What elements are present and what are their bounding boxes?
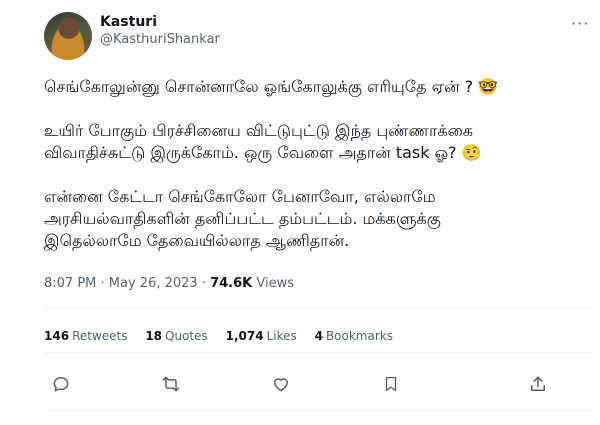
bookmarks-label: Bookmarks <box>325 329 393 343</box>
tweet-paragraph-1: செங்கோலுன்னு சொன்னாலே ஓங்கோலுக்கு எரியுத… <box>44 77 499 96</box>
tweet-paragraph-3: என்னை கேட்டா செங்கோலோ பேனாவோ, எல்லாமே அர… <box>44 187 441 250</box>
author-name[interactable]: Kasturi <box>100 14 157 30</box>
divider <box>44 307 594 308</box>
retweet-button[interactable] <box>157 370 185 398</box>
reply-icon <box>53 377 69 392</box>
more-options-icon[interactable]: ··· <box>571 14 589 33</box>
quotes-stat[interactable]: 18 Quotes <box>145 329 207 343</box>
views-count: 74.6K <box>210 276 253 291</box>
likes-label: Likes <box>266 329 297 343</box>
views-label: Views <box>252 276 294 291</box>
retweets-count: 146 <box>44 329 70 343</box>
share-button[interactable] <box>524 370 552 398</box>
bookmark-icon <box>385 376 397 392</box>
retweet-icon <box>162 376 180 392</box>
reply-button[interactable] <box>47 370 75 398</box>
engagement-stats: 146 Retweets 18 Quotes 1,074 Likes 4 Bookmar… <box>44 329 407 343</box>
bookmark-button[interactable] <box>377 370 405 398</box>
quotes-label: Quotes <box>165 329 208 343</box>
retweets-label: Retweets <box>72 329 128 343</box>
bookmarks-stat[interactable]: 4 Bookmarks <box>315 329 393 343</box>
tweet-meta: 8:07 PM · May 26, 2023 · 74.6K Views <box>44 276 294 291</box>
tweet-card: Kasturi @KasthuriShankar ··· செங்கோலுன்ன… <box>0 0 600 425</box>
timestamp[interactable]: 8:07 PM · May 26, 2023 · <box>44 276 210 291</box>
tweet-paragraph-2: உயிர் போகும் பிரச்சினைய விட்டுபுட்டு இந்… <box>44 121 482 162</box>
retweets-stat[interactable]: 146 Retweets <box>44 329 128 343</box>
bookmarks-count: 4 <box>314 329 323 343</box>
share-icon <box>531 376 545 391</box>
quotes-count: 18 <box>145 329 163 343</box>
divider <box>44 352 594 353</box>
avatar[interactable] <box>44 12 92 60</box>
like-icon <box>274 378 288 392</box>
action-bar <box>44 370 594 410</box>
like-button[interactable] <box>267 370 295 398</box>
author-handle[interactable]: @KasthuriShankar <box>100 32 220 47</box>
likes-stat[interactable]: 1,074 Likes <box>226 329 297 343</box>
tweet-text: செங்கோலுன்னு சொன்னாலே ஓங்கோலுக்கு எரியுத… <box>44 76 594 274</box>
likes-count: 1,074 <box>225 329 264 343</box>
divider <box>44 410 594 411</box>
